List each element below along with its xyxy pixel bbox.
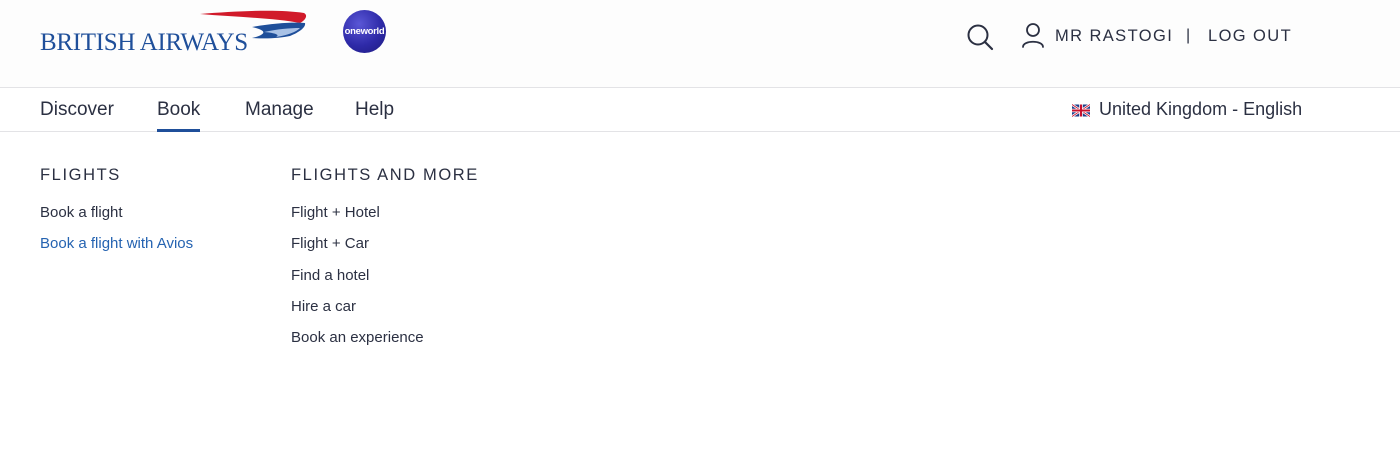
british-airways-logo[interactable]: BRITISH AIRWAYS	[38, 10, 318, 60]
nav-help[interactable]: Help	[355, 99, 394, 121]
menu-column-flights: FLIGHTS Book a flight Book a flight with…	[40, 166, 193, 260]
header-separator: |	[1186, 27, 1191, 44]
uk-flag-icon	[1072, 104, 1090, 117]
link-list: Flight + Hotel Flight + Car Find a hotel…	[291, 197, 479, 353]
top-header: BRITISH AIRWAYS oneworld MR RASTOGI | LO…	[0, 0, 1400, 88]
book-flight-link[interactable]: Book a flight	[40, 197, 193, 228]
link-list: Book a flight Book a flight with Avios	[40, 197, 193, 260]
nav-book[interactable]: Book	[157, 99, 201, 132]
oneworld-label: oneworld	[344, 26, 385, 37]
menu-column-flights-and-more: FLIGHTS AND MORE Flight + Hotel Flight +…	[291, 166, 479, 353]
nav-manage[interactable]: Manage	[245, 99, 314, 121]
search-button[interactable]	[965, 22, 995, 52]
main-navigation: Discover Book Manage Help United Kingdom…	[0, 88, 1400, 132]
column-heading: FLIGHTS	[40, 166, 121, 184]
oneworld-logo: oneworld	[343, 10, 386, 53]
flight-hotel-link[interactable]: Flight + Hotel	[291, 197, 479, 228]
find-hotel-link[interactable]: Find a hotel	[291, 260, 479, 291]
user-icon	[1022, 23, 1044, 48]
brand-wordmark: BRITISH AIRWAYS	[40, 29, 248, 56]
search-icon	[967, 24, 994, 51]
logout-link[interactable]: LOG OUT	[1208, 27, 1292, 46]
hire-car-link[interactable]: Hire a car	[291, 291, 479, 322]
book-flight-avios-link[interactable]: Book a flight with Avios	[40, 228, 193, 259]
locale-label: United Kingdom - English	[1099, 99, 1303, 119]
flight-car-link[interactable]: Flight + Car	[291, 228, 479, 259]
nav-discover[interactable]: Discover	[40, 99, 114, 121]
book-experience-link[interactable]: Book an experience	[291, 322, 479, 353]
account-name-link[interactable]: MR RASTOGI	[1055, 27, 1173, 46]
column-heading: FLIGHTS AND MORE	[291, 166, 479, 184]
